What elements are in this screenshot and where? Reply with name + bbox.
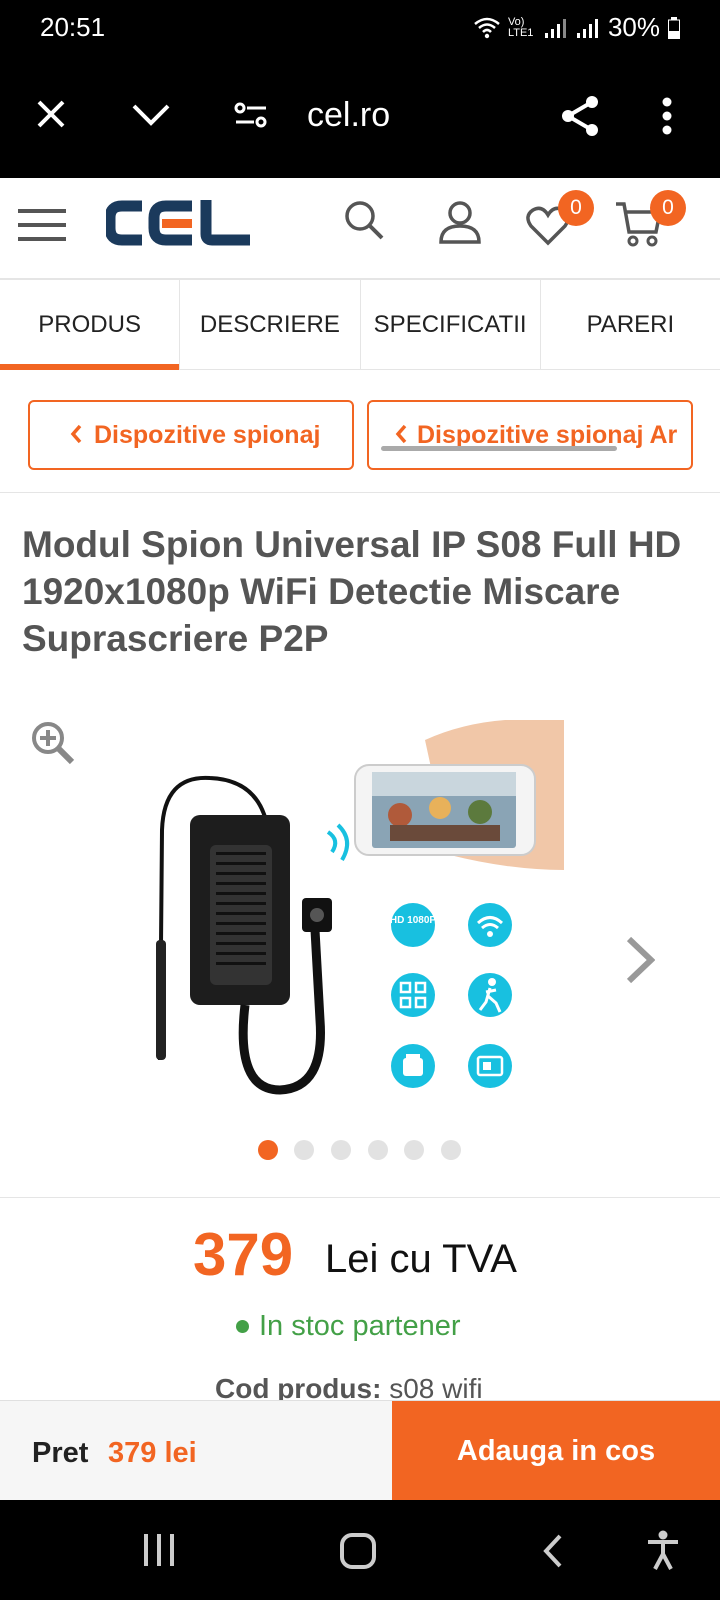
status-time: 20:51: [40, 12, 106, 42]
search-icon[interactable]: [343, 199, 385, 241]
cart-count-badge: 0: [650, 190, 686, 226]
url-text[interactable]: cel.ro: [307, 96, 390, 135]
stock-indicator-dot: [236, 1320, 249, 1333]
carousel-dot-4[interactable]: [368, 1140, 388, 1160]
wifi-icon: [474, 17, 500, 38]
site-settings-icon[interactable]: [234, 100, 268, 130]
hd-badge-text: HD 1080P: [390, 915, 436, 926]
site-header: 0 0: [0, 178, 720, 280]
price-unit: Lei cu TVA: [325, 1237, 517, 1281]
breadcrumb-dispozitive-spionaj-ar[interactable]: Dispozitive spionaj Ar: [367, 400, 693, 470]
carousel-dot-3[interactable]: [331, 1140, 351, 1160]
share-icon[interactable]: [558, 94, 602, 138]
divider: [0, 1197, 720, 1198]
product-title: Modul Spion Universal IP S08 Full HD 192…: [22, 524, 682, 659]
storage-card-icon: [403, 1054, 423, 1076]
product-image-graphic: HD 1080P: [156, 719, 564, 1095]
breadcrumb-dispozitive-spionaj[interactable]: Dispozitive spionaj: [28, 400, 354, 470]
close-icon[interactable]: [36, 99, 66, 129]
stock-status: In stoc partener: [236, 1310, 461, 1343]
battery-icon: [668, 16, 680, 39]
breadcrumb-label: Dispozitive spionaj: [94, 420, 321, 449]
stock-label: In stoc partener: [259, 1310, 461, 1342]
account-icon[interactable]: [438, 200, 482, 244]
tab-pareri[interactable]: PARERI: [541, 280, 720, 369]
status-icons: Vo) LTE1 30%: [474, 12, 680, 43]
home-icon[interactable]: [340, 1533, 376, 1569]
tab-produs[interactable]: PRODUS: [0, 280, 181, 370]
hamburger-menu-icon[interactable]: [18, 208, 66, 242]
cel-logo[interactable]: [104, 200, 254, 251]
more-options-icon[interactable]: [662, 97, 672, 135]
carousel-dot-6[interactable]: [441, 1140, 461, 1160]
carousel-dot-2[interactable]: [294, 1140, 314, 1160]
tab-descriere[interactable]: DESCRIERE: [180, 280, 361, 369]
signal-icon-2: [576, 18, 598, 38]
carousel-dot-5[interactable]: [404, 1140, 424, 1160]
pret-label: Pret: [32, 1437, 89, 1469]
status-bar: 20:51 Vo) LTE1 30%: [0, 0, 720, 56]
signal-icon: [544, 18, 566, 38]
next-image-chevron-icon[interactable]: [625, 935, 655, 985]
sticky-price-bar: Pret 379 lei Adauga in cos: [0, 1400, 720, 1501]
product-image[interactable]: HD 1080P: [150, 719, 564, 1104]
chevron-left-icon: [395, 424, 407, 444]
add-to-cart-button[interactable]: Adauga in cos: [392, 1401, 720, 1501]
recent-apps-icon[interactable]: [142, 1534, 176, 1566]
battery-percent: 30%: [607, 12, 660, 42]
divider: [0, 492, 720, 493]
hd-icon: HD 1080P: [390, 915, 436, 926]
product-tabs: PRODUS DESCRIERE SPECIFICATII PARERI: [0, 280, 720, 370]
chevron-down-icon[interactable]: [132, 104, 170, 126]
price-value: 379: [193, 1221, 294, 1288]
tab-specificatii[interactable]: SPECIFICATII: [361, 280, 541, 369]
wishlist-count-badge: 0: [558, 190, 594, 226]
browser-toolbar: cel.ro: [0, 56, 720, 178]
chevron-left-icon: [70, 424, 82, 444]
carousel-dot-1[interactable]: [258, 1140, 278, 1160]
back-icon[interactable]: [543, 1534, 563, 1568]
pret-value: 379 lei: [108, 1437, 197, 1469]
accessibility-icon[interactable]: [646, 1530, 680, 1570]
cel-logo-mark: [104, 200, 250, 246]
zoom-in-icon[interactable]: [30, 720, 76, 766]
network-label: Vo) LTE1: [507, 15, 534, 39]
system-navigation-bar: [0, 1500, 720, 1600]
horizontal-scroll-indicator: [381, 446, 617, 451]
